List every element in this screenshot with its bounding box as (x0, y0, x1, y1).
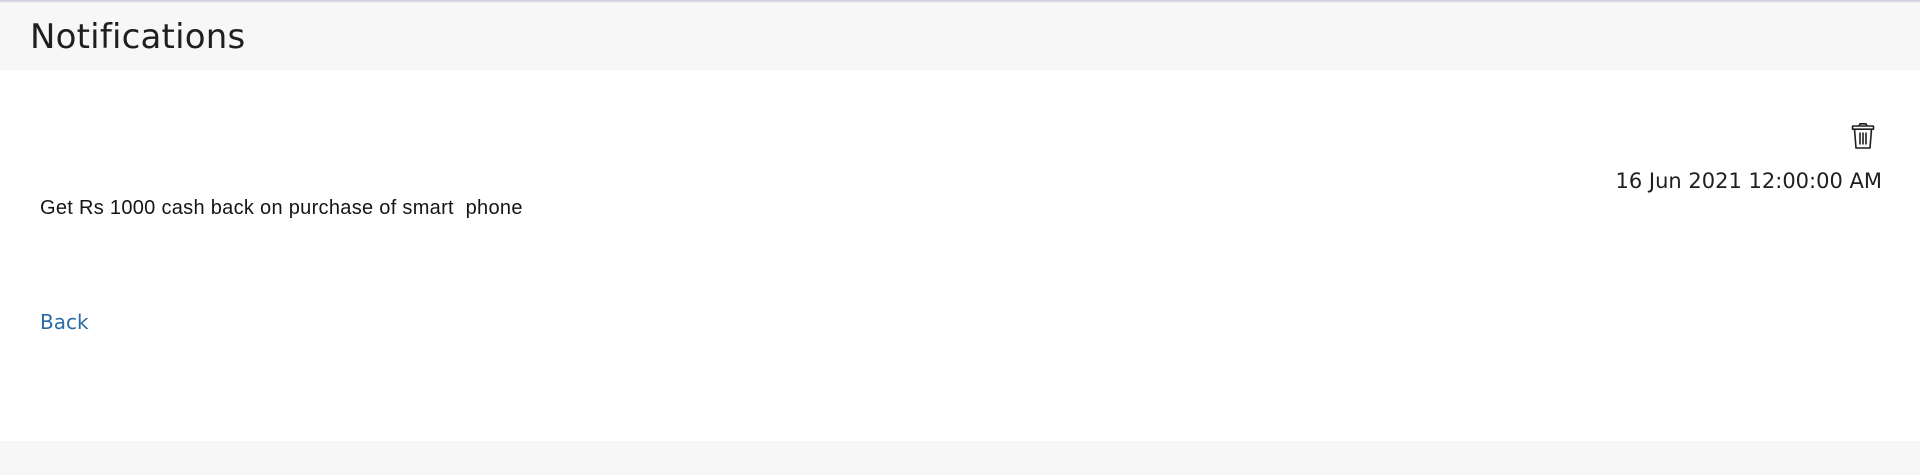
trash-icon (1851, 123, 1875, 149)
top-shadow (0, 0, 1920, 3)
page-header: Notifications (0, 0, 1920, 70)
notification-message: Get Rs 1000 cash back on purchase of sma… (40, 197, 523, 219)
back-link[interactable]: Back (40, 308, 89, 336)
page-footer (0, 441, 1920, 475)
notification-panel: 16 Jun 2021 12:00:00 AM Get Rs 1000 cash… (0, 70, 1920, 441)
notification-detail-page: Notifications 16 Jun 2021 12:00:00 AM Ge… (0, 0, 1920, 475)
page-title: Notifications (30, 17, 246, 57)
delete-notification-button[interactable] (1849, 121, 1877, 151)
notification-timestamp: 16 Jun 2021 12:00:00 AM (1615, 169, 1882, 193)
